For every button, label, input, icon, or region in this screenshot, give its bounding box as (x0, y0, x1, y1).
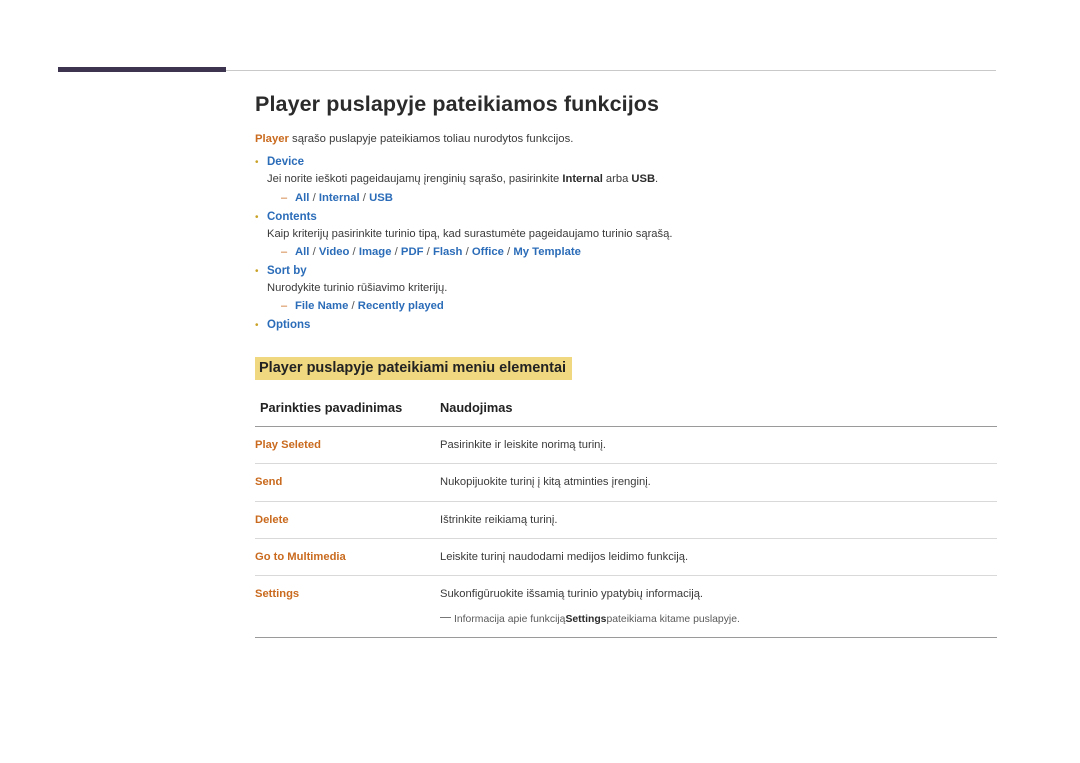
bullet-options: All / Video / Image / PDF / Flash / Offi… (295, 245, 581, 258)
table-row: Go to Multimedia Leiskite turinį naudoda… (255, 538, 997, 577)
bullet-options: All / Internal / USB (295, 191, 393, 204)
bullet-desc-mid: arba (602, 173, 632, 186)
bullet-dot-icon: • (255, 211, 259, 223)
table-cell-desc: Nukopijuokite turinį į kitą atminties įr… (440, 463, 997, 502)
bullet-label: Device (267, 156, 305, 169)
table-cell-term: Go to Multimedia (255, 538, 440, 577)
header-rule-line (226, 70, 996, 71)
bullet-dot-icon: • (255, 157, 259, 169)
bullet-options-row: – All / Video / Image / PDF / Flash / Of… (281, 246, 997, 258)
page-content: Player puslapyje pateikiamos funkcijos P… (255, 92, 997, 639)
feature-list: • Device Jei norite ieškoti pageidaujamų… (255, 156, 997, 331)
intro-paragraph: Player sąrašo puslapyje pateikiamos toli… (255, 131, 997, 147)
bullet-row: • Contents (255, 211, 997, 223)
table-cell-term: Play Seleted (255, 426, 440, 465)
table-cell-desc: Ištrinkite reikiamą turinį. (440, 501, 997, 539)
bullet-row: • Device (255, 156, 997, 168)
table-row: Play Seleted Pasirinkite ir leiskite nor… (255, 426, 997, 465)
dash-icon: – (281, 191, 288, 204)
bullet-dot-icon: • (255, 265, 259, 277)
table-cell-term: Send (255, 463, 440, 502)
list-item: • Contents Kaip kriterijų pasirinkite tu… (255, 211, 997, 258)
intro-keyword: Player (255, 133, 289, 145)
dash-icon: – (281, 300, 288, 313)
table-header-option-name: Parinkties pavadinimas (255, 400, 440, 428)
bullet-label: Contents (267, 210, 317, 223)
list-item: • Device Jei norite ieškoti pageidaujamų… (255, 156, 997, 203)
menu-items-table: Parinkties pavadinimas Naudojimas Play S… (255, 400, 997, 639)
bullet-options-row: – File Name / Recently played (281, 300, 997, 312)
page-title: Player puslapyje pateikiamos funkcijos (255, 92, 660, 116)
bullet-label: Sort by (267, 264, 307, 277)
table-cell-desc: Sukonfigūruokite išsamią turinio ypatybi… (440, 575, 997, 639)
table-row: Send Nukopijuokite turinį į kitą atminti… (255, 463, 997, 502)
table-header-usage: Naudojimas (440, 400, 997, 428)
table-cell-desc: Leiskite turinį naudodami medijos leidim… (440, 538, 997, 577)
section-heading: Player puslapyje pateikiami meniu elemen… (255, 357, 573, 381)
intro-text: sąrašo puslapyje pateikiamos toliau nuro… (288, 133, 574, 145)
table-row: Settings Sukonfigūruokite išsamią turini… (255, 575, 997, 639)
note-text-after: pateikiama kitame puslapyje. (606, 614, 740, 626)
list-item: • Sort by Nurodykite turinio rūšiavimo k… (255, 265, 997, 312)
bullet-description: Jei norite ieškoti pageidaujamų įrengini… (267, 171, 997, 187)
bullet-desc-keyword-1: Internal (562, 173, 603, 186)
table-cell-term: Settings (255, 575, 440, 639)
bullet-options-row: – All / Internal / USB (281, 192, 997, 204)
note-text-before: Informacija apie funkciją (454, 614, 566, 626)
bullet-label: Options (267, 319, 311, 332)
bullet-desc-keyword-2: USB (631, 173, 656, 186)
bullet-desc-text: Jei norite ieškoti pageidaujamų įrengini… (267, 173, 563, 186)
bullet-description: Kaip kriterijų pasirinkite turinio tipą,… (267, 227, 673, 240)
header-rule-accent (58, 67, 226, 72)
table-header-row: Parinkties pavadinimas Naudojimas (255, 400, 997, 428)
bullet-dot-icon: • (255, 320, 259, 332)
note-keyword: Settings (565, 614, 607, 626)
table-cell-desc-text: Sukonfigūruokite išsamią turinio ypatybi… (440, 588, 704, 601)
list-item: • Options (255, 319, 997, 331)
table-row: Delete Ištrinkite reikiamą turinį. (255, 501, 997, 539)
document-page: Player puslapyje pateikiamos funkcijos P… (0, 0, 1080, 763)
note-dash-icon (440, 617, 451, 619)
bullet-row: • Options (255, 319, 997, 331)
table-note: Informacija apie funkciją Settings patei… (440, 612, 997, 627)
bullet-row: • Sort by (255, 265, 997, 277)
table-cell-term: Delete (255, 501, 440, 539)
bullet-desc-after: . (655, 173, 659, 186)
table-cell-desc: Pasirinkite ir leiskite norimą turinį. (440, 426, 997, 465)
dash-icon: – (281, 245, 288, 258)
bullet-options: File Name / Recently played (295, 300, 444, 313)
bullet-description: Nurodykite turinio rūšiavimo kriterijų. (267, 281, 448, 294)
